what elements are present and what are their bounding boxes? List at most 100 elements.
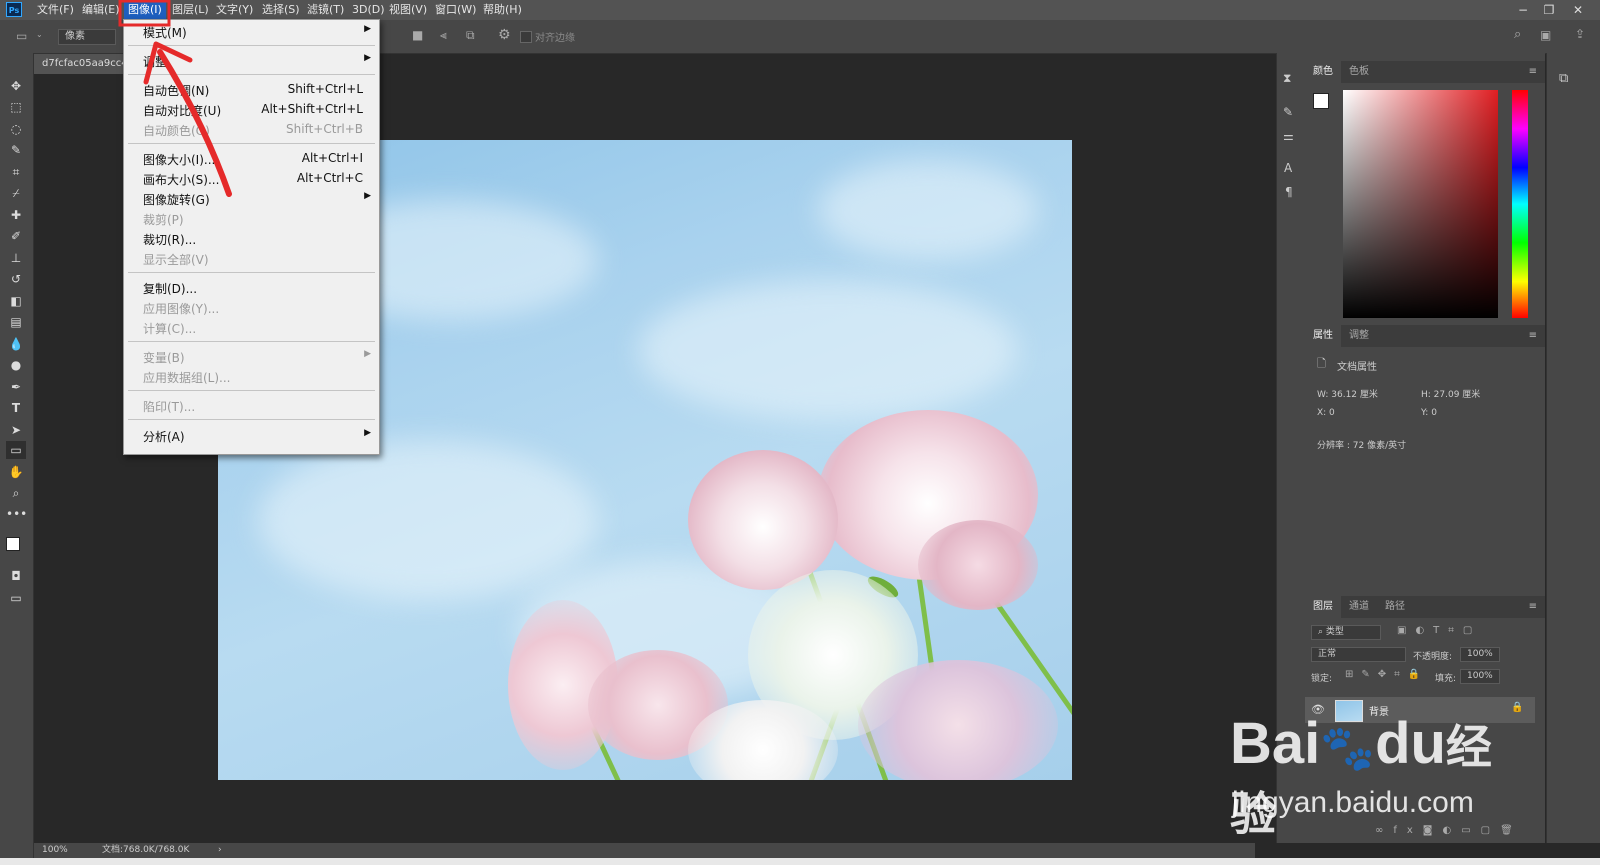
- menu-item-mode[interactable]: 模式(M) ▶: [124, 22, 379, 42]
- menu-item-calculations: 计算(C)...: [143, 322, 197, 336]
- workspace-icon[interactable]: ▣: [1540, 28, 1551, 42]
- blend-mode-select[interactable]: 正常: [1311, 647, 1406, 662]
- menu-item-duplicate[interactable]: 复制(D)...: [124, 278, 379, 298]
- document-tab[interactable]: d7fcfac05aa9cc47: [34, 54, 124, 74]
- align-icon[interactable]: ⫷: [440, 28, 447, 43]
- doc-y: Y: 0: [1421, 408, 1437, 418]
- tab-adjustments[interactable]: 调整: [1341, 325, 1377, 347]
- hand-tool-icon[interactable]: ✋: [6, 463, 26, 481]
- zoom-level[interactable]: 100%: [42, 843, 68, 858]
- align-edges-checkbox[interactable]: [520, 31, 532, 43]
- menu-item-auto-color: 自动颜色(O) Shift+Ctrl+B: [143, 122, 363, 138]
- layers-panel-tabs: 图层 通道 路径 ≡: [1305, 596, 1545, 618]
- panel-menu-icon[interactable]: ≡: [1529, 66, 1537, 77]
- tab-swatches[interactable]: 色板: [1341, 61, 1377, 83]
- opacity-label: 不透明度:: [1413, 652, 1453, 662]
- dodge-tool-icon[interactable]: ●: [6, 356, 26, 374]
- menu-file[interactable]: 文件(F): [33, 0, 78, 20]
- path-select-tool-icon[interactable]: ➤: [6, 421, 26, 439]
- hue-slider[interactable]: [1512, 90, 1528, 318]
- search-icon[interactable]: ⌕: [1514, 27, 1521, 42]
- character-panel-icon[interactable]: A: [1284, 161, 1292, 175]
- zoom-tool-icon[interactable]: ⌕: [6, 484, 26, 502]
- type-tool-icon[interactable]: T: [6, 399, 26, 417]
- menu-item-trap: 陷印(T)...: [143, 400, 196, 414]
- foreground-swatch[interactable]: [1313, 93, 1329, 109]
- libraries-icon[interactable]: ⧉: [1559, 71, 1568, 86]
- stop-icon[interactable]: ■: [412, 28, 423, 42]
- history-panel-icon[interactable]: ⧗: [1283, 71, 1291, 86]
- quick-select-tool-icon[interactable]: ✎: [6, 141, 26, 159]
- tab-color[interactable]: 颜色: [1305, 61, 1341, 83]
- menu-item-auto-contrast[interactable]: 自动对比度(U) Alt+Shift+Ctrl+L: [124, 100, 379, 120]
- menu-view[interactable]: 视图(V): [385, 0, 431, 20]
- quick-mask-icon[interactable]: ◘: [6, 567, 26, 585]
- gear-icon[interactable]: ⚙: [498, 27, 511, 43]
- history-brush-tool-icon[interactable]: ↺: [6, 270, 26, 288]
- marquee-preset-icon[interactable]: ▭: [16, 29, 27, 43]
- tab-layers[interactable]: 图层: [1305, 596, 1341, 618]
- lock-icons[interactable]: ⊞✎✥⌗🔒: [1345, 669, 1428, 680]
- layer-filter-label: 类型: [1325, 627, 1344, 637]
- opacity-input[interactable]: 100%: [1460, 647, 1500, 662]
- menu-select[interactable]: 选择(S): [258, 0, 304, 20]
- menu-layer[interactable]: 图层(L): [168, 0, 213, 20]
- menu-image[interactable]: 图像(I): [124, 0, 166, 20]
- chevron-down-icon[interactable]: ⌄: [36, 30, 43, 39]
- layer-filter-select[interactable]: ⌕ 类型: [1311, 625, 1381, 640]
- pen-tool-icon[interactable]: ✒: [6, 378, 26, 396]
- move-tool-icon[interactable]: ✥: [6, 77, 26, 95]
- tab-paths[interactable]: 路径: [1377, 596, 1413, 618]
- doc-props-label: 文档属性: [1337, 362, 1377, 373]
- menu-item-canvas-size[interactable]: 画布大小(S)... Alt+Ctrl+C: [124, 169, 379, 189]
- menu-filter[interactable]: 滤镜(T): [303, 0, 348, 20]
- chevron-right-icon[interactable]: ›: [218, 843, 222, 858]
- menu-item-adjustments[interactable]: 调整 ▶: [124, 51, 379, 71]
- style-select[interactable]: 像素: [58, 29, 116, 45]
- menu-item-auto-tone[interactable]: 自动色调(N) Shift+Ctrl+L: [124, 80, 379, 100]
- panel-menu-icon[interactable]: ≡: [1529, 330, 1537, 341]
- tab-channels[interactable]: 通道: [1341, 596, 1377, 618]
- minimize-icon[interactable]: −: [1510, 0, 1536, 20]
- tab-properties[interactable]: 属性: [1305, 325, 1341, 347]
- stamp-tool-icon[interactable]: ⊥: [6, 249, 26, 267]
- menu-item-image-size[interactable]: 图像大小(I)... Alt+Ctrl+I: [124, 149, 379, 169]
- menu-edit[interactable]: 编辑(E): [78, 0, 124, 20]
- menu-type[interactable]: 文字(Y): [212, 0, 257, 20]
- crop-tool-icon[interactable]: ⌗: [6, 163, 26, 181]
- doc-x: X: 0: [1317, 408, 1335, 418]
- layer-filter-icons[interactable]: ▣◐T⌗▢: [1397, 625, 1481, 636]
- more-tools-icon[interactable]: •••: [6, 505, 27, 523]
- foreground-color-swatch[interactable]: [6, 537, 20, 551]
- distribute-icon[interactable]: ⧉: [466, 28, 475, 43]
- marquee-tool-icon[interactable]: ⬚: [6, 98, 26, 116]
- menu-item-analysis[interactable]: 分析(A) ▶: [124, 426, 379, 446]
- rectangle-tool-icon[interactable]: ▭: [6, 441, 26, 459]
- eyedropper-tool-icon[interactable]: ⌿: [6, 184, 26, 202]
- menu-item-image-rotation[interactable]: 图像旋转(G) ▶: [124, 189, 379, 209]
- blur-tool-icon[interactable]: 💧: [6, 335, 26, 353]
- menu-3d[interactable]: 3D(D): [348, 0, 389, 20]
- screen-mode-icon[interactable]: ▭: [6, 589, 26, 607]
- fill-input[interactable]: 100%: [1460, 669, 1500, 684]
- brush-tool-icon[interactable]: ✐: [6, 227, 26, 245]
- paragraph-panel-icon[interactable]: ¶: [1285, 185, 1293, 199]
- photoshop-logo: Ps: [6, 2, 22, 17]
- close-icon[interactable]: ✕: [1565, 0, 1591, 20]
- menu-item-trim[interactable]: 裁切(R)...: [124, 229, 379, 249]
- eraser-tool-icon[interactable]: ◧: [6, 292, 26, 310]
- adjustments-icon[interactable]: ⚌: [1283, 129, 1294, 143]
- panel-menu-icon[interactable]: ≡: [1529, 601, 1537, 612]
- gradient-tool-icon[interactable]: ▤: [6, 313, 26, 331]
- restore-icon[interactable]: ❐: [1536, 0, 1562, 20]
- brush-settings-icon[interactable]: ✎: [1283, 105, 1293, 119]
- color-picker-field[interactable]: [1343, 90, 1498, 318]
- healing-tool-icon[interactable]: ✚: [6, 206, 26, 224]
- lasso-tool-icon[interactable]: ◌: [6, 120, 26, 138]
- submenu-arrow-icon: ▶: [364, 24, 371, 34]
- document-icon: 🗋: [1317, 357, 1326, 370]
- doc-resolution: 分辨率 : 72 像素/英寸: [1317, 441, 1407, 451]
- menu-window[interactable]: 窗口(W): [431, 0, 480, 20]
- share-icon[interactable]: ⇪: [1575, 27, 1585, 41]
- menu-help[interactable]: 帮助(H): [479, 0, 526, 20]
